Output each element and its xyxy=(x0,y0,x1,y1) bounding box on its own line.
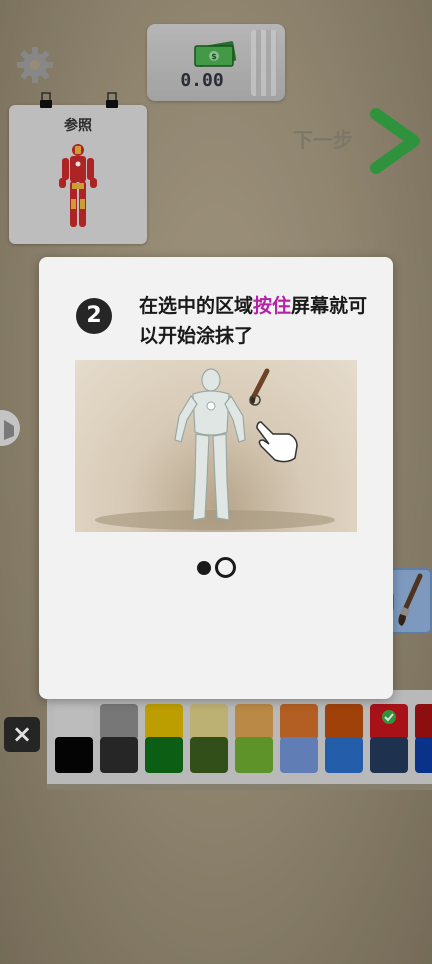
instruction-highlight: 按住 xyxy=(253,295,292,317)
tutorial-instruction: 在选中的区域按住屏幕就可以开始涂抹了 xyxy=(139,291,379,351)
page-dot-filled xyxy=(196,560,211,575)
demo-figure-illustration xyxy=(95,368,335,530)
page-dot-current xyxy=(214,557,236,578)
tutorial-dialog[interactable]: 2 在选中的区域按住屏幕就可以开始涂抹了 xyxy=(39,257,393,699)
page-indicator xyxy=(39,557,393,578)
instruction-text-1: 在选中的区域 xyxy=(139,295,254,317)
tutorial-demo-image xyxy=(75,360,357,532)
step-number-badge: 2 xyxy=(76,298,112,334)
hand-pointer-icon xyxy=(256,421,298,463)
